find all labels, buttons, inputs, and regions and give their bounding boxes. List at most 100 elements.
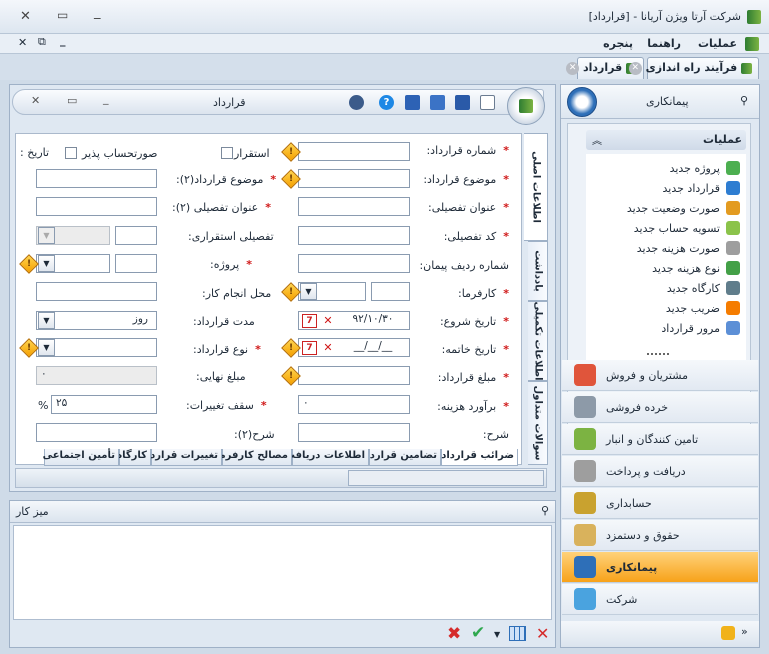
- save-new-icon[interactable]: [430, 95, 445, 110]
- ops-item[interactable]: صورت وضعیت جدید: [627, 198, 740, 218]
- save-close-icon[interactable]: [405, 95, 420, 110]
- nav-button[interactable]: حقوق و دستمزد: [562, 520, 758, 551]
- close-icon[interactable]: ✕: [536, 624, 549, 643]
- employer-label: * کارفرما:: [458, 287, 509, 300]
- employer-input[interactable]: [371, 282, 410, 301]
- mdi-minimize-icon[interactable]: _: [60, 34, 66, 47]
- nav-button[interactable]: خرده فروشی: [562, 392, 758, 423]
- ops-item[interactable]: پروژه جدید: [670, 158, 740, 178]
- cost-estimate-input[interactable]: ۰: [298, 395, 410, 414]
- nav-button[interactable]: مشتریان و فروش: [562, 360, 758, 391]
- ops-item[interactable]: صورت هزینه جدید: [637, 238, 740, 258]
- mdi-close-icon[interactable]: ✕: [18, 36, 27, 49]
- description-input[interactable]: [298, 423, 410, 442]
- window-minimize-icon[interactable]: _: [94, 5, 101, 20]
- detail-title-input[interactable]: [298, 197, 410, 216]
- collapse-icon[interactable]: ︽: [592, 132, 602, 147]
- settlement-detail-input[interactable]: [115, 226, 157, 245]
- form-logo-mark: [519, 99, 533, 113]
- work-place-input[interactable]: [36, 282, 157, 301]
- contract-window-header: ✕ ▭ _ قرارداد ?: [12, 87, 545, 125]
- side-tab-extra-info[interactable]: اطلاعات تکمیلی: [528, 301, 548, 381]
- side-tab-faq[interactable]: سوالات متداول: [528, 381, 548, 465]
- tab-setup-process[interactable]: فرآیند راه اندازی ✕: [628, 57, 759, 79]
- side-tab-label: اطلاعات تکمیلی: [532, 301, 543, 381]
- tab-workshop[interactable]: کارگاه: [116, 449, 151, 466]
- contract-amount-input[interactable]: [298, 366, 410, 385]
- menu-window[interactable]: پنجره: [603, 37, 633, 50]
- operations-header[interactable]: عملیات ︽: [586, 130, 746, 150]
- nav-button[interactable]: حسابداری: [562, 488, 758, 519]
- window-title: شرکت آرتا ویژن آریانا - [قرارداد]: [588, 10, 741, 23]
- start-date-label: * تاریخ شروع:: [439, 315, 509, 328]
- save-icon[interactable]: [455, 95, 470, 110]
- contract-subject-input[interactable]: [298, 169, 410, 188]
- nav-button[interactable]: شرکت: [562, 584, 758, 615]
- contract-row-no-input[interactable]: [298, 254, 410, 273]
- ops-item[interactable]: کارگاه جدید: [667, 278, 740, 298]
- window-restore-icon[interactable]: ▭: [57, 8, 68, 22]
- chevron-down-icon[interactable]: ▼: [494, 630, 500, 639]
- statement-icon: [726, 201, 740, 215]
- clear-date-icon[interactable]: ✕: [321, 341, 335, 355]
- form-restore-icon[interactable]: ▭: [67, 94, 77, 107]
- splitter-grip[interactable]: [647, 353, 669, 357]
- pin-icon[interactable]: ⚲: [541, 504, 549, 517]
- ops-item[interactable]: قرارداد جدید: [663, 178, 740, 198]
- tab-employer-materials[interactable]: مصالح کارفرما: [216, 449, 292, 466]
- ops-item[interactable]: مرور قرارداد: [661, 318, 740, 338]
- detail-code-label: * کد تفصیلی:: [443, 230, 509, 243]
- module-icon: [574, 396, 596, 418]
- grid-view-icon[interactable]: [509, 626, 526, 641]
- side-tab-notes[interactable]: یادداشت: [528, 241, 548, 301]
- settlement-checkbox[interactable]: [221, 147, 233, 159]
- check-icon[interactable]: ✔: [471, 623, 485, 643]
- side-tab-main-info[interactable]: اطلاعات اصلی: [524, 133, 548, 241]
- ops-item[interactable]: ضریب جدید: [666, 298, 740, 318]
- tab-contract-changes[interactable]: تغییرات قرارداد: [142, 449, 222, 466]
- chevron-down-icon[interactable]: ▼: [38, 312, 55, 329]
- menu-help[interactable]: راهنما: [647, 37, 681, 50]
- clear-date-icon[interactable]: ✕: [321, 314, 335, 328]
- help-icon[interactable]: ?: [379, 95, 394, 110]
- change-cap-input[interactable]: ۲۵: [51, 395, 157, 414]
- delete-icon[interactable]: ✖: [447, 624, 461, 644]
- nav-button[interactable]: دریافت و پرداخت: [562, 456, 758, 487]
- tab-receipt-info[interactable]: اطلاعات دریافت: [285, 449, 369, 466]
- tab-contract-coefficients[interactable]: ضرائب قرارداد: [441, 449, 518, 466]
- chevron-down-icon[interactable]: ▼: [38, 255, 55, 272]
- tab-close-icon[interactable]: ✕: [566, 61, 580, 75]
- tab-close-icon[interactable]: ✕: [628, 61, 642, 75]
- chevron-down-icon[interactable]: ▼: [38, 339, 55, 356]
- nav-button[interactable]: پیمانکاری: [562, 552, 758, 583]
- chevron-right-icon[interactable]: »: [741, 625, 748, 638]
- wrench-icon[interactable]: [349, 95, 364, 110]
- tab-contract-guarantees[interactable]: تضامین قرارداد: [361, 449, 441, 466]
- tab-social-security[interactable]: تأمین اجتماعی: [43, 449, 119, 466]
- description2-input[interactable]: [36, 423, 157, 442]
- nav-button-label: مشتریان و فروش: [606, 368, 688, 382]
- pin-icon[interactable]: ⚲: [740, 94, 748, 107]
- ops-item[interactable]: نوع هزینه جدید: [652, 258, 740, 278]
- module-icon: [574, 492, 596, 514]
- nav-button[interactable]: تامین کنندگان و انبار: [562, 424, 758, 455]
- new-document-icon[interactable]: [480, 95, 495, 110]
- form-close-icon[interactable]: ✕: [31, 94, 40, 107]
- contract-no-input[interactable]: [298, 142, 410, 161]
- project-input[interactable]: [115, 254, 157, 273]
- mdi-restore-icon[interactable]: ⧉: [38, 35, 46, 49]
- configure-icon[interactable]: [721, 626, 735, 640]
- subject2-input[interactable]: [36, 169, 157, 188]
- calendar-icon[interactable]: 7: [302, 341, 317, 355]
- menu-operations[interactable]: عملیات: [698, 37, 737, 50]
- ops-item[interactable]: تسویه حساب جدید: [634, 218, 740, 238]
- chevron-down-icon[interactable]: ▼: [38, 227, 55, 244]
- detail-title2-input[interactable]: [36, 197, 157, 216]
- form-minimize-icon[interactable]: _: [103, 92, 109, 105]
- calendar-icon[interactable]: 7: [302, 314, 317, 328]
- chevron-down-icon[interactable]: ▼: [300, 283, 317, 300]
- billable-checkbox[interactable]: [65, 147, 77, 159]
- detail-code-input[interactable]: [298, 226, 410, 245]
- window-close-icon[interactable]: ✕: [20, 9, 31, 24]
- description-label: شرح:: [482, 428, 509, 441]
